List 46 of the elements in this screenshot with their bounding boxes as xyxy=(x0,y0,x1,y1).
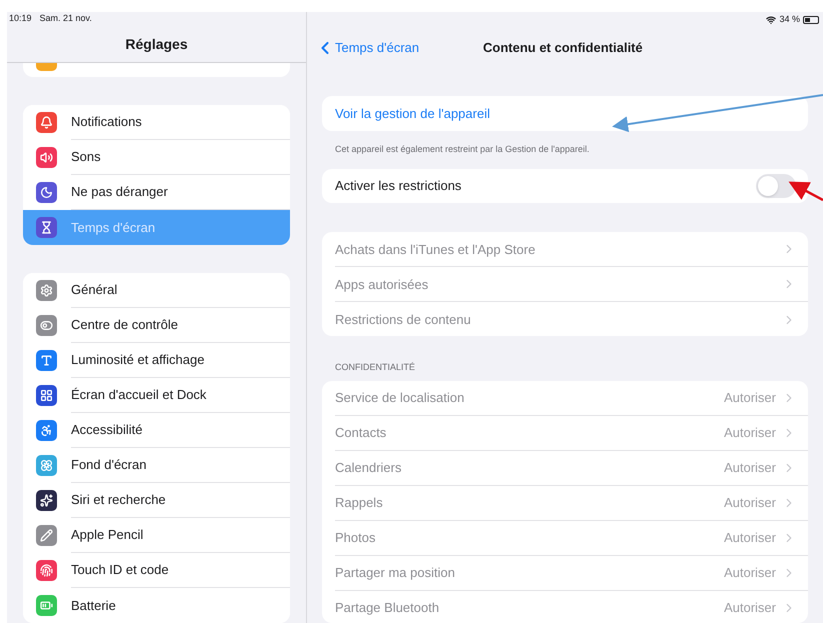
wifi-icon xyxy=(766,14,776,25)
sidebar-label: Batterie xyxy=(71,596,116,615)
row-label: Partage Bluetooth xyxy=(335,599,440,618)
device-management-link[interactable]: Voir la gestion de l'appareil xyxy=(335,104,490,124)
row-label: Photos xyxy=(335,528,376,547)
row-label: Rappels xyxy=(335,494,384,512)
battery-percent: 34 % xyxy=(779,13,800,26)
sidebar-label: Centre de contrôle xyxy=(71,316,178,334)
battery-icon xyxy=(803,16,819,24)
row-label: Calendriers xyxy=(335,458,402,477)
sidebar-label: Sons xyxy=(71,148,101,166)
annotation-arrow xyxy=(788,182,823,202)
status-date: Sam. 21 nov. xyxy=(40,12,92,26)
row-label: Partager ma position xyxy=(335,564,456,582)
toggle-switch[interactable] xyxy=(756,174,796,198)
row-label: Restrictions de contenu xyxy=(335,311,472,329)
sidebar-label: Apple Pencil xyxy=(71,526,144,544)
row-value: Autoriser xyxy=(724,564,776,582)
row-label: Apps autorisées xyxy=(335,276,430,294)
sidebar-label: Siri et recherche xyxy=(71,491,166,510)
sidebar-label: Notifications xyxy=(71,113,142,132)
footer-note: Cet appareil est également restreint par la Gestion de l'appareil. xyxy=(335,144,590,154)
row-value: Autoriser xyxy=(724,599,776,618)
sidebar-label: Touch ID et code xyxy=(71,561,169,580)
row-label: Achats dans l'iTunes et l'App Store xyxy=(335,240,536,259)
row-label: Contacts xyxy=(335,424,388,442)
back-button[interactable]: Temps d'écran xyxy=(307,38,420,58)
row-label: Service de localisation xyxy=(335,388,466,407)
status-time: 10:19 xyxy=(9,12,32,26)
back-label: Temps d'écran xyxy=(335,38,420,57)
sidebar-label: Général xyxy=(71,281,118,300)
row-value: Autoriser xyxy=(724,388,776,407)
section-header: CONFIDENTIALITÉ xyxy=(335,361,416,374)
page-title: Contenu et confidentialité xyxy=(483,38,643,57)
sidebar-label: Ne pas déranger xyxy=(71,183,168,202)
sidebar-label: Temps d'écran xyxy=(71,218,156,237)
sidebar-title: Réglages xyxy=(125,34,188,54)
row-value: Autoriser xyxy=(724,494,776,512)
sidebar-label: Écran d'accueil et Dock xyxy=(71,386,206,404)
row-value: Autoriser xyxy=(724,424,776,442)
row-label: Activer les restrictions xyxy=(335,177,462,196)
sidebar-label: Accessibilité xyxy=(71,421,143,440)
row-value: Autoriser xyxy=(724,458,776,477)
sidebar-label: Fond d'écran xyxy=(71,456,146,474)
row-value: Autoriser xyxy=(724,528,776,547)
sidebar-label: Luminosité et affichage xyxy=(71,351,204,370)
